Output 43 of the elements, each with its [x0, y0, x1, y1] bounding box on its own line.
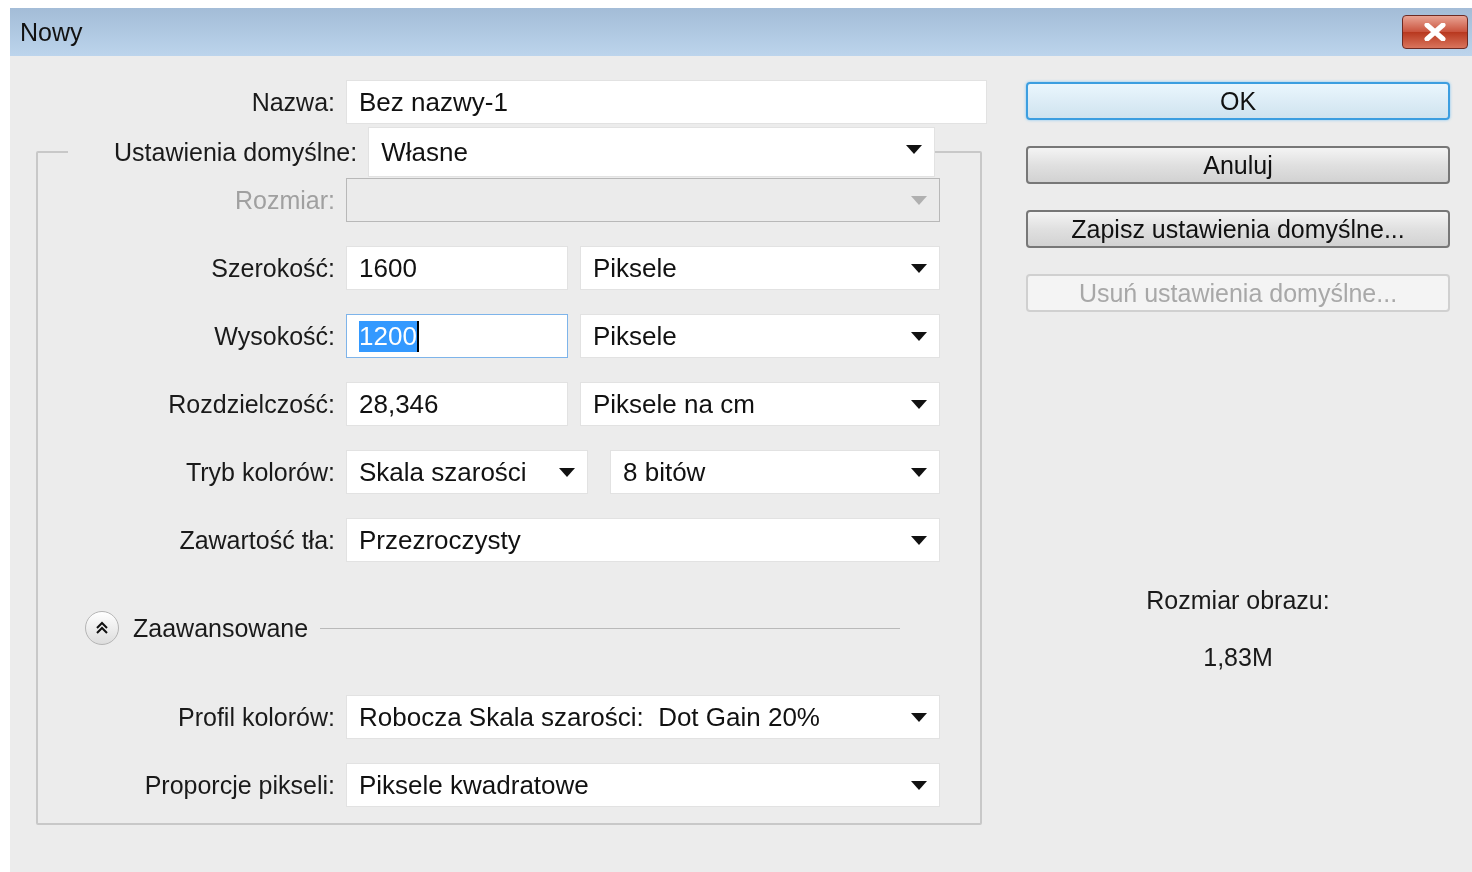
dropdown-arrow-icon [911, 264, 927, 273]
field-label: Proporcje pikseli: [144, 770, 335, 800]
dropdown-arrow-icon [559, 468, 575, 477]
dropdown-arrow-icon [911, 713, 927, 722]
collapse-toggle[interactable] [85, 611, 119, 645]
dropdown-arrow-icon [911, 781, 927, 790]
input-field[interactable]: Bez nazwy-1 [346, 80, 987, 124]
field-label: Wysokość: [214, 321, 335, 351]
field-label: Rozdzielczość: [168, 389, 335, 419]
dropdown[interactable]: Piksele na cm [580, 382, 940, 426]
dropdown-arrow-icon [911, 196, 927, 205]
dropdown[interactable]: Przezroczysty [346, 518, 940, 562]
field-label: Nazwa: [251, 87, 335, 117]
image-size-value: 1,83M [1203, 643, 1273, 672]
field-label: Ustawienia domyślne: [114, 137, 358, 167]
input-field[interactable]: 1600 [346, 246, 568, 290]
dropdown[interactable]: Piksele kwadratowe [346, 763, 940, 807]
dialog-button[interactable]: Anuluj [1026, 146, 1450, 184]
section-title: Zaawansowane [133, 613, 309, 643]
dropdown-arrow-icon [911, 468, 927, 477]
field-label: Profil kolorów: [178, 702, 335, 732]
dialog-button[interactable]: OK [1026, 82, 1450, 120]
dropdown[interactable]: Własne [368, 127, 936, 177]
close-icon [1424, 23, 1446, 41]
dropdown-arrow-icon [911, 400, 927, 409]
dropdown[interactable]: Piksele [580, 246, 940, 290]
image-size-label: Rozmiar obrazu: [1146, 586, 1330, 615]
dropdown-arrow-icon [906, 145, 923, 154]
field-label: Zawartość tła: [179, 525, 335, 555]
input-field[interactable]: 28,346 [346, 382, 568, 426]
dropdown[interactable]: Piksele [580, 314, 940, 358]
window-title: Nowy [20, 17, 83, 47]
dropdown[interactable]: Skala szarości [346, 450, 588, 494]
dropdown-arrow-icon [911, 536, 927, 545]
field-label: Szerokość: [211, 253, 335, 283]
dropdown[interactable]: Robocza Skala szarości: Dot Gain 20% [346, 695, 940, 739]
dropdown[interactable]: 8 bitów [610, 450, 940, 494]
dropdown-arrow-icon [911, 332, 927, 341]
field-label: Rozmiar: [235, 185, 335, 215]
field-label: Tryb kolorów: [185, 457, 335, 487]
chevron-icon [95, 621, 109, 635]
dialog-button[interactable]: Zapisz ustawienia domyślne... [1026, 210, 1450, 248]
close-button[interactable] [1402, 15, 1468, 49]
